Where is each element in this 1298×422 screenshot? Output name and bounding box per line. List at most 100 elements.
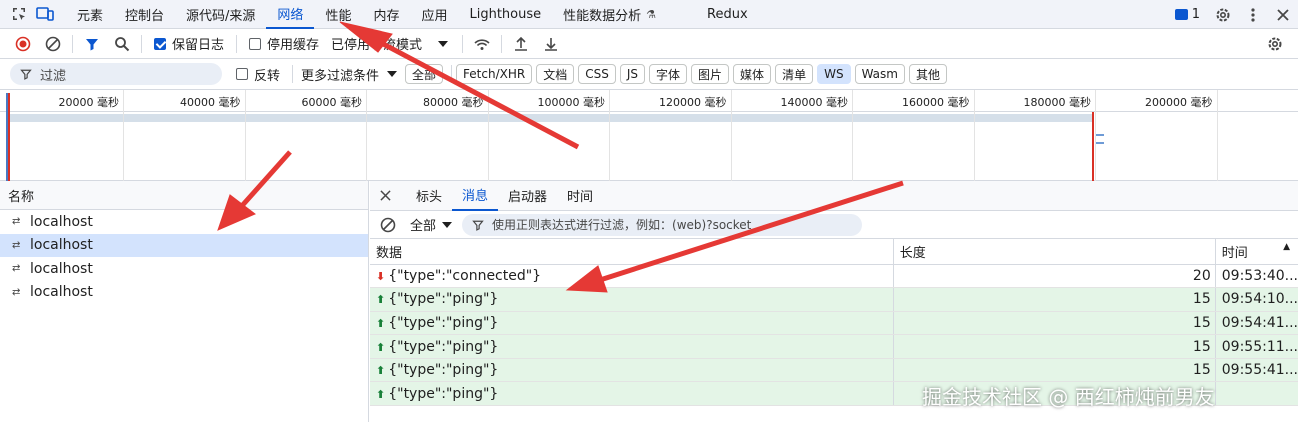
filter-chip-11[interactable]: 其他 — [908, 64, 947, 84]
invert-checkbox[interactable]: 反转 — [236, 65, 280, 84]
request-row[interactable]: ⇄ localhost — [0, 233, 368, 257]
filter-chip-2[interactable]: 文档 — [536, 64, 575, 84]
sent-arrow-icon: ⬆ — [376, 316, 386, 330]
message-time — [1215, 381, 1298, 407]
tab-7[interactable]: Lighthouse — [458, 0, 552, 29]
disable-cache-checkbox[interactable]: 停用缓存 — [249, 34, 319, 53]
request-row[interactable]: ⇄ localhost — [0, 210, 368, 234]
close-panel-icon[interactable] — [380, 190, 400, 201]
message-type-select[interactable]: 全部 — [410, 215, 453, 234]
timeline-tick-label: 100000 毫秒 — [537, 96, 606, 109]
sent-arrow-icon: ⬆ — [376, 387, 386, 401]
time-column-header[interactable]: 时间 ▲ — [1215, 239, 1298, 265]
tab-3[interactable]: 网络 — [266, 0, 315, 29]
message-row[interactable]: ⬆ {"type":"ping"} 15 09:54:41... — [370, 311, 1298, 336]
inspect-element-icon[interactable] — [6, 1, 32, 27]
more-filters-select[interactable]: 更多过滤条件 — [301, 65, 398, 84]
import-har-icon[interactable] — [506, 30, 536, 58]
record-stop-icon[interactable] — [8, 30, 38, 58]
tab-9[interactable]: Redux — [696, 0, 759, 29]
filter-chip-10[interactable]: Wasm — [854, 64, 905, 84]
message-time: 09:54:10... — [1215, 287, 1298, 312]
sort-ascending-icon: ▲ — [1283, 241, 1290, 252]
message-length: 15 — [893, 311, 1216, 336]
request-row[interactable]: ⇄ localhost — [0, 257, 368, 281]
filter-bar: 过滤 反转 更多过滤条件 全部 Fetch/XHR 文档 CSS JS 字体 图片 媒体 清单 W… — [0, 59, 1298, 90]
timeline-gridline — [852, 90, 853, 181]
filter-placeholder: 过滤 — [40, 68, 67, 84]
filter-icon[interactable] — [77, 30, 107, 58]
tab-5[interactable]: 内存 — [362, 0, 410, 29]
filter-chip-3[interactable]: CSS — [578, 64, 616, 84]
data-column-header[interactable]: 数据 — [370, 239, 894, 265]
close-icon[interactable] — [1268, 2, 1298, 28]
export-har-icon[interactable] — [536, 30, 566, 58]
filter-chip-4[interactable]: JS — [619, 64, 646, 84]
message-time: 09:53:40... — [1215, 264, 1298, 289]
clear-icon[interactable] — [38, 30, 68, 58]
settings-gear-icon[interactable] — [1208, 2, 1238, 28]
toolbar-divider — [72, 34, 73, 53]
tab-4[interactable]: 性能 — [314, 0, 362, 29]
filter-chip-1[interactable]: Fetch/XHR — [456, 64, 533, 84]
checkbox-unchecked[interactable] — [249, 37, 262, 50]
detail-tab-1[interactable]: 消息 — [452, 181, 499, 211]
detail-tab-3[interactable]: 时间 — [557, 181, 603, 211]
message-row[interactable]: ⬆ {"type":"ping"} 15 09:55:41... — [370, 358, 1298, 383]
detail-tab-2[interactable]: 启动器 — [498, 181, 557, 211]
network-conditions-icon[interactable] — [467, 30, 497, 58]
experiment-flask-icon: ⚗ — [646, 7, 657, 21]
timeline-tick-label: 140000 毫秒 — [780, 96, 849, 109]
throttling-select[interactable]: 已停用节流模式 — [331, 34, 449, 53]
filter-chip-7[interactable]: 媒体 — [733, 64, 772, 84]
filter-chip-0[interactable]: 全部 — [405, 64, 444, 84]
timeline-gridline — [973, 90, 975, 181]
filter-chip-8[interactable]: 清单 — [775, 64, 814, 84]
tab-0[interactable]: 元素 — [66, 0, 114, 29]
more-options-icon[interactable] — [1238, 2, 1268, 28]
length-column-header[interactable]: 长度 — [893, 239, 1216, 265]
message-time: 09:54:41... — [1215, 311, 1298, 336]
more-filters-label: 更多过滤条件 — [301, 68, 380, 84]
search-icon[interactable] — [107, 30, 137, 58]
filter-chip-9[interactable]: WS — [817, 64, 851, 84]
filter-icon — [20, 69, 32, 80]
request-name: localhost — [30, 213, 93, 230]
filter-chip-6[interactable]: 图片 — [691, 64, 730, 84]
timeline-overview[interactable]: 20000 毫秒 40000 毫秒 60000 毫秒 80000 毫秒 100000 毫… — [0, 90, 1298, 181]
filter-input[interactable]: 过滤 — [10, 63, 222, 85]
received-arrow-icon: ⬇ — [376, 269, 386, 283]
requests-list: 名称 ⇄ localhost ⇄ localhost ⇄ localhost ⇄ localh… — [0, 181, 369, 422]
network-settings-gear-icon[interactable] — [1260, 30, 1290, 58]
message-length: 15 — [893, 358, 1216, 383]
messages-filter-placeholder: 使用正则表达式进行过滤，例如：(web)?socket — [492, 218, 752, 232]
clear-messages-icon[interactable] — [380, 217, 396, 233]
filter-chip-5[interactable]: 字体 — [649, 64, 688, 84]
timeline-tick-label: 2200 — [1224, 94, 1298, 107]
checkbox-checked[interactable] — [154, 37, 166, 50]
tab-8[interactable]: 性能数据分析 — [552, 0, 652, 29]
issues-counter[interactable]: 1 — [1174, 7, 1200, 22]
message-row[interactable]: ⬆ {"type":"ping"} 15 09:55:11... — [370, 334, 1298, 359]
checkbox-unchecked[interactable] — [236, 68, 248, 80]
device-toolbar-icon[interactable] — [32, 1, 58, 27]
tab-2[interactable]: 源代码/来源 — [175, 0, 266, 29]
timeline-tick-label: 80000 毫秒 — [423, 96, 484, 109]
sent-arrow-icon: ⬆ — [376, 293, 386, 307]
name-column-header[interactable]: 名称 — [0, 181, 368, 210]
request-row[interactable]: ⇄ localhost — [0, 281, 368, 305]
toolbar-divider — [501, 34, 503, 53]
timeline-gridline — [366, 90, 367, 181]
timeline-tick-label: 60000 毫秒 — [301, 96, 363, 109]
message-data-cell: ⬆ {"type":"ping"} — [370, 287, 894, 312]
preserve-log-checkbox[interactable]: 保留日志 — [154, 34, 224, 53]
message-row[interactable]: ⬆ {"type":"ping"} 15 09:54:10... — [370, 287, 1298, 312]
timeline-ruler: 20000 毫秒 40000 毫秒 60000 毫秒 80000 毫秒 100000 毫… — [0, 90, 1298, 112]
timeline-gridline — [609, 90, 610, 181]
tab-6[interactable]: 应用 — [410, 0, 458, 29]
message-row[interactable]: ⬇ {"type":"connected"} 20 09:53:40... — [370, 264, 1298, 289]
tab-1[interactable]: 控制台 — [114, 0, 175, 29]
request-name: localhost — [30, 284, 93, 301]
detail-tab-0[interactable]: 标头 — [406, 181, 452, 211]
messages-filter-input[interactable]: 使用正则表达式进行过滤，例如：(web)?socket — [462, 213, 863, 236]
